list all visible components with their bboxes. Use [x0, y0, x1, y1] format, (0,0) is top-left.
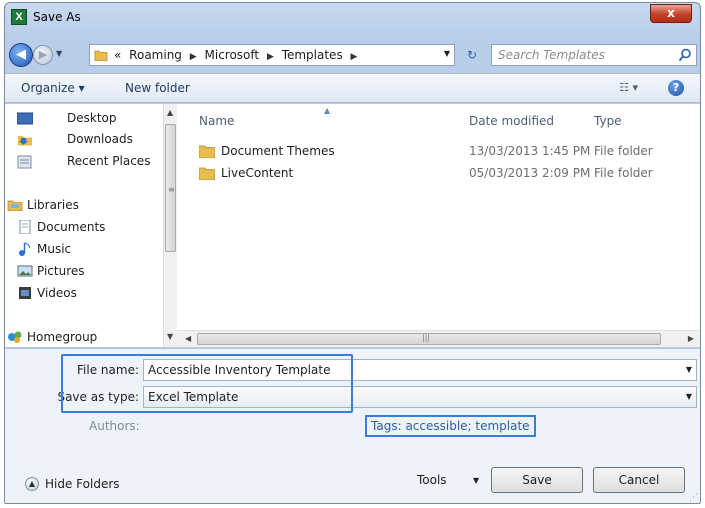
- cancel-button[interactable]: Cancel: [593, 467, 685, 493]
- breadcrumb-separator-icon[interactable]: ▶: [267, 52, 274, 62]
- scroll-thumb[interactable]: ≡: [165, 124, 176, 252]
- nav-item-videos[interactable]: Videos: [37, 286, 77, 300]
- libraries-icon: [7, 200, 23, 211]
- hide-folders-label: Hide Folders: [45, 477, 120, 491]
- nav-item-recent-places[interactable]: Recent Places: [67, 154, 150, 168]
- help-icon[interactable]: ?: [668, 80, 684, 96]
- command-bar: Organize ▾ New folder ☷ ▾ ?: [5, 73, 700, 103]
- address-bar[interactable]: « Roaming ▶ Microsoft ▶ Templates ▶ ▼: [89, 44, 455, 66]
- breadcrumb-overflow[interactable]: «: [114, 48, 121, 62]
- sort-ascending-icon: ▲: [324, 106, 331, 115]
- address-row: ◀ ▶ ▼ « Roaming ▶ Microsoft ▶ Templates …: [5, 39, 700, 69]
- documents-icon: [19, 220, 31, 234]
- save-as-dialog: X Save As x ◀ ▶ ▼ « Roaming ▶ Microsoft …: [4, 2, 701, 504]
- chevron-down-icon[interactable]: ▼: [686, 392, 692, 401]
- focus-highlight: [61, 354, 353, 413]
- file-date: 13/03/2013 1:45 PM: [469, 144, 591, 158]
- tools-button[interactable]: Tools ▼: [417, 473, 479, 487]
- file-name: LiveContent: [221, 166, 294, 180]
- recent-pages-dropdown[interactable]: ▼: [56, 49, 62, 58]
- tags-field[interactable]: Tags: accessible; template: [365, 415, 536, 437]
- forward-button[interactable]: ▶: [33, 45, 53, 65]
- new-folder-button[interactable]: New folder: [125, 81, 190, 95]
- pictures-icon: [17, 265, 33, 277]
- search-icon[interactable]: [678, 48, 692, 62]
- breadcrumb-separator-icon[interactable]: ▶: [190, 52, 197, 62]
- breadcrumb-microsoft[interactable]: Microsoft: [205, 48, 260, 62]
- scroll-down-icon[interactable]: ▼: [167, 332, 173, 341]
- scroll-up-icon[interactable]: ▲: [167, 108, 173, 117]
- tools-label: Tools: [417, 473, 447, 487]
- breadcrumb: « Roaming ▶ Microsoft ▶ Templates ▶: [114, 48, 361, 62]
- breadcrumb-templates[interactable]: Templates: [282, 48, 343, 62]
- file-date: 05/03/2013 2:09 PM: [469, 166, 591, 180]
- file-type: File folder: [594, 144, 653, 158]
- search-box[interactable]: [491, 44, 697, 66]
- videos-icon: [19, 287, 31, 299]
- nav-item-pictures[interactable]: Pictures: [37, 264, 85, 278]
- nav-item-documents[interactable]: Documents: [37, 220, 105, 234]
- nav-scrollbar[interactable]: ▲ ≡ ▼: [163, 104, 177, 347]
- back-button[interactable]: ◀: [9, 43, 33, 67]
- recent-places-icon: [17, 155, 32, 169]
- nav-item-downloads[interactable]: Downloads: [67, 132, 133, 146]
- file-list-scrollbar[interactable]: ◀ ||| ▶: [177, 330, 700, 347]
- resize-grip-icon[interactable]: ⋰: [689, 493, 698, 503]
- column-label-name: Name: [199, 114, 235, 128]
- downloads-icon: [18, 136, 32, 146]
- nav-item-libraries[interactable]: Libraries: [27, 198, 79, 212]
- save-button[interactable]: Save: [491, 467, 583, 493]
- tags-value[interactable]: accessible; template: [405, 419, 529, 433]
- organize-button[interactable]: Organize ▾: [21, 81, 85, 95]
- excel-icon: X: [11, 9, 27, 25]
- chevron-down-icon: ▼: [473, 476, 480, 485]
- folder-icon: [199, 167, 215, 180]
- tags-label: Tags:: [371, 419, 402, 433]
- column-header-name[interactable]: Name: [199, 114, 234, 128]
- scroll-right-icon[interactable]: ▶: [688, 334, 694, 343]
- title-bar: X Save As x: [5, 3, 700, 33]
- file-type: File folder: [594, 166, 653, 180]
- file-list: Name ▲ Date modified Type Document Theme…: [177, 104, 700, 330]
- nav-item-homegroup[interactable]: Homegroup: [27, 330, 97, 344]
- breadcrumb-separator-icon[interactable]: ▶: [351, 52, 358, 62]
- grip-icon: ≡: [168, 185, 175, 194]
- authors-label: Authors:: [89, 419, 140, 433]
- search-input[interactable]: [498, 47, 668, 63]
- table-row[interactable]: LiveContent 05/03/2013 2:09 PM File fold…: [177, 164, 700, 184]
- grip-icon: |||: [422, 333, 431, 342]
- scroll-thumb[interactable]: |||: [197, 333, 661, 345]
- folder-icon: [199, 145, 215, 158]
- address-dropdown-icon[interactable]: ▼: [444, 49, 450, 58]
- refresh-icon[interactable]: ↻: [461, 44, 483, 66]
- music-icon: [19, 242, 30, 256]
- navigation-pane: Desktop Downloads Recent Places Librarie…: [5, 104, 163, 347]
- dialog-title: Save As: [33, 10, 81, 24]
- nav-item-desktop[interactable]: Desktop: [67, 111, 117, 125]
- close-button[interactable]: x: [650, 4, 692, 23]
- desktop-icon: [17, 112, 33, 125]
- nav-item-music[interactable]: Music: [37, 242, 71, 256]
- homegroup-icon: [8, 331, 22, 343]
- column-header-type[interactable]: Type: [594, 114, 622, 128]
- column-header-date[interactable]: Date modified: [469, 114, 554, 128]
- change-view-icon[interactable]: ☷ ▾: [619, 81, 638, 94]
- file-name-dropdown-icon[interactable]: ▼: [686, 365, 692, 374]
- save-options-panel: File name: ▼ Save as type: Excel Templat…: [5, 348, 700, 503]
- file-name: Document Themes: [221, 144, 335, 158]
- scroll-left-icon[interactable]: ◀: [185, 334, 191, 343]
- collapse-arrow-icon: ▲: [25, 477, 39, 491]
- folder-icon: [94, 50, 108, 61]
- table-row[interactable]: Document Themes 13/03/2013 1:45 PM File …: [177, 142, 700, 162]
- breadcrumb-roaming[interactable]: Roaming: [129, 48, 182, 62]
